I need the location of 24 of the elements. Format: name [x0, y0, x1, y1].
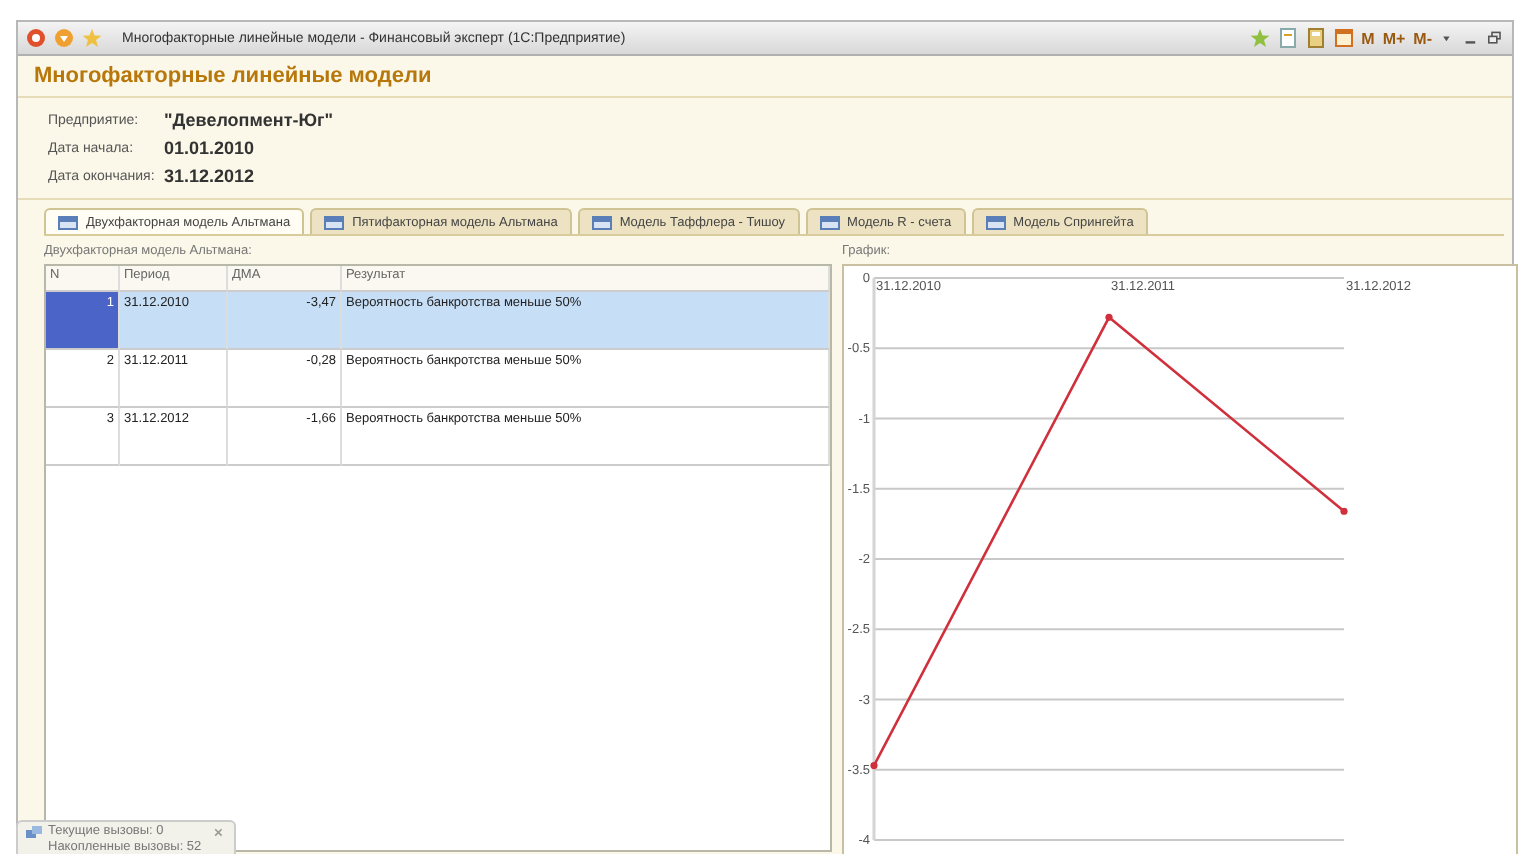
network-icon[interactable]: [24, 824, 44, 844]
field-value: 31.12.2012: [164, 166, 255, 186]
field-value: "Девелопмент-Юг": [164, 110, 334, 130]
table-icon: [591, 215, 612, 229]
table-icon: [58, 215, 78, 229]
table-icon: [985, 215, 1006, 229]
data-point: [1340, 507, 1348, 515]
memory-button[interactable]: M: [1361, 29, 1375, 47]
form-title: Многофакторные линейные модели: [18, 56, 1512, 98]
dropdown-icon[interactable]: [54, 28, 74, 48]
star-icon[interactable]: [1249, 28, 1270, 48]
app-icon[interactable]: [26, 28, 46, 48]
star-icon[interactable]: [82, 28, 102, 48]
field-value: 01.01.2010: [164, 138, 255, 158]
document-icon[interactable]: [1277, 28, 1298, 48]
restore-icon[interactable]: [1488, 28, 1504, 48]
table-icon: [324, 215, 345, 229]
data-point: [870, 761, 878, 770]
data-point: [1105, 313, 1113, 321]
table-icon: [819, 215, 840, 229]
memory-button[interactable]: M-: [1413, 29, 1432, 47]
calculator-icon[interactable]: [1305, 28, 1326, 48]
calendar-icon[interactable]: [1333, 28, 1354, 48]
memory-button[interactable]: M+: [1382, 29, 1406, 47]
